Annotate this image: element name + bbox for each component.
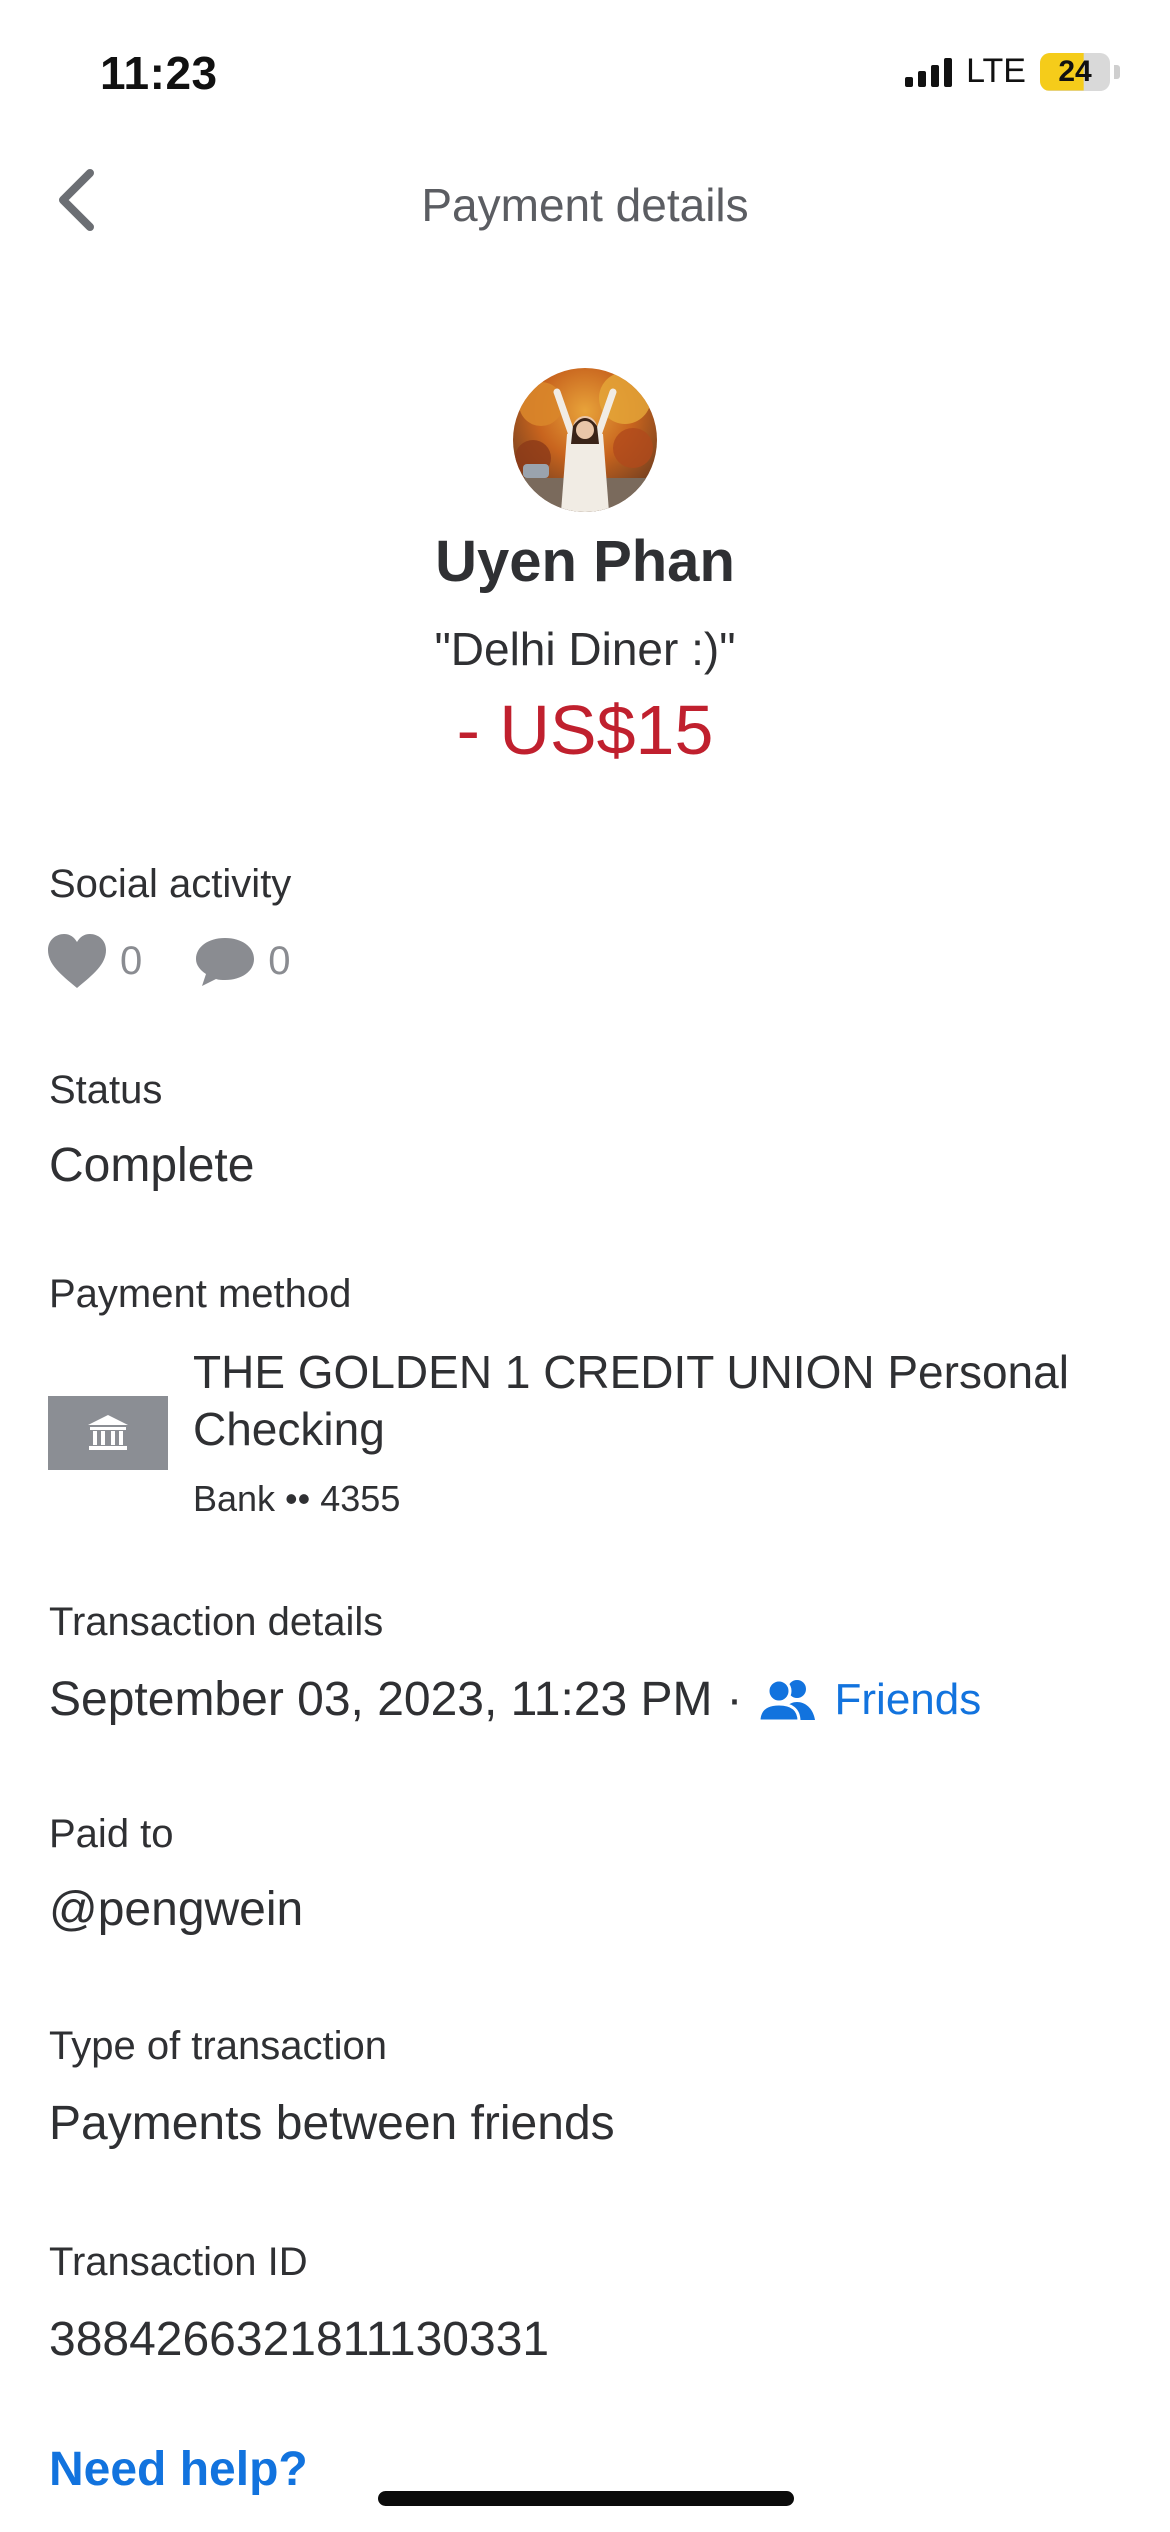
transaction-id-value: 3884266321811130331 — [49, 2313, 550, 2366]
bank-account-number: Bank •• 4355 — [193, 1478, 401, 1519]
paid-to-value: @pengwein — [49, 1883, 304, 1936]
need-help-link[interactable]: Need help? — [49, 2442, 308, 2497]
payment-method-label: Payment method — [49, 1272, 352, 1316]
battery-nub — [1114, 64, 1120, 79]
comment-button[interactable]: 0 — [194, 934, 291, 988]
avatar[interactable] — [513, 368, 657, 512]
home-indicator[interactable] — [378, 2491, 794, 2506]
bank-badge — [48, 1396, 168, 1470]
status-value: Complete — [49, 1139, 255, 1192]
transaction-type-value: Payments between friends — [49, 2097, 615, 2150]
social-activity-label: Social activity — [49, 862, 292, 906]
bank-account-name: THE GOLDEN 1 CREDIT UNION Personal Check… — [193, 1346, 1069, 1455]
transaction-details-label: Transaction details — [49, 1600, 384, 1644]
comment-bubble-icon — [196, 938, 255, 986]
bank-icon — [88, 1415, 128, 1450]
payment-amount: - US$15 — [456, 691, 714, 769]
paid-to-label: Paid to — [49, 1812, 174, 1856]
payment-note: "Delhi Diner :)" — [434, 623, 736, 675]
status-label: Status — [49, 1068, 163, 1112]
audience-friends-link[interactable]: Friends — [757, 1674, 982, 1725]
avatar-photo — [513, 368, 657, 512]
status-indicators: LTE 24 — [905, 52, 1120, 91]
transaction-datetime: September 03, 2023, 11:23 PM — [49, 1673, 713, 1726]
comment-count: 0 — [268, 938, 291, 983]
nav-header: Payment details — [0, 150, 1170, 270]
battery-level: 24 — [1058, 54, 1092, 88]
transaction-type-label: Type of transaction — [49, 2024, 387, 2068]
like-count: 0 — [120, 938, 143, 983]
friends-icon — [757, 1678, 815, 1722]
recipient-name[interactable]: Uyen Phan — [0, 528, 1170, 595]
heart-icon — [48, 934, 106, 988]
network-type: LTE — [966, 52, 1026, 90]
status-bar: 11:23 LTE 24 — [0, 0, 1170, 140]
separator-dot: · — [726, 1673, 743, 1726]
transaction-id-label: Transaction ID — [49, 2240, 308, 2284]
transaction-details-row: September 03, 2023, 11:23 PM · Friends — [49, 1672, 981, 1727]
status-time: 11:23 — [100, 47, 218, 99]
battery-icon: 24 — [1040, 52, 1110, 91]
page-title: Payment details — [421, 179, 749, 231]
cellular-signal-icon — [905, 57, 953, 87]
social-activity-row: 0 0 — [46, 928, 291, 994]
audience-label: Friends — [834, 1674, 982, 1724]
like-button[interactable]: 0 — [46, 932, 142, 990]
